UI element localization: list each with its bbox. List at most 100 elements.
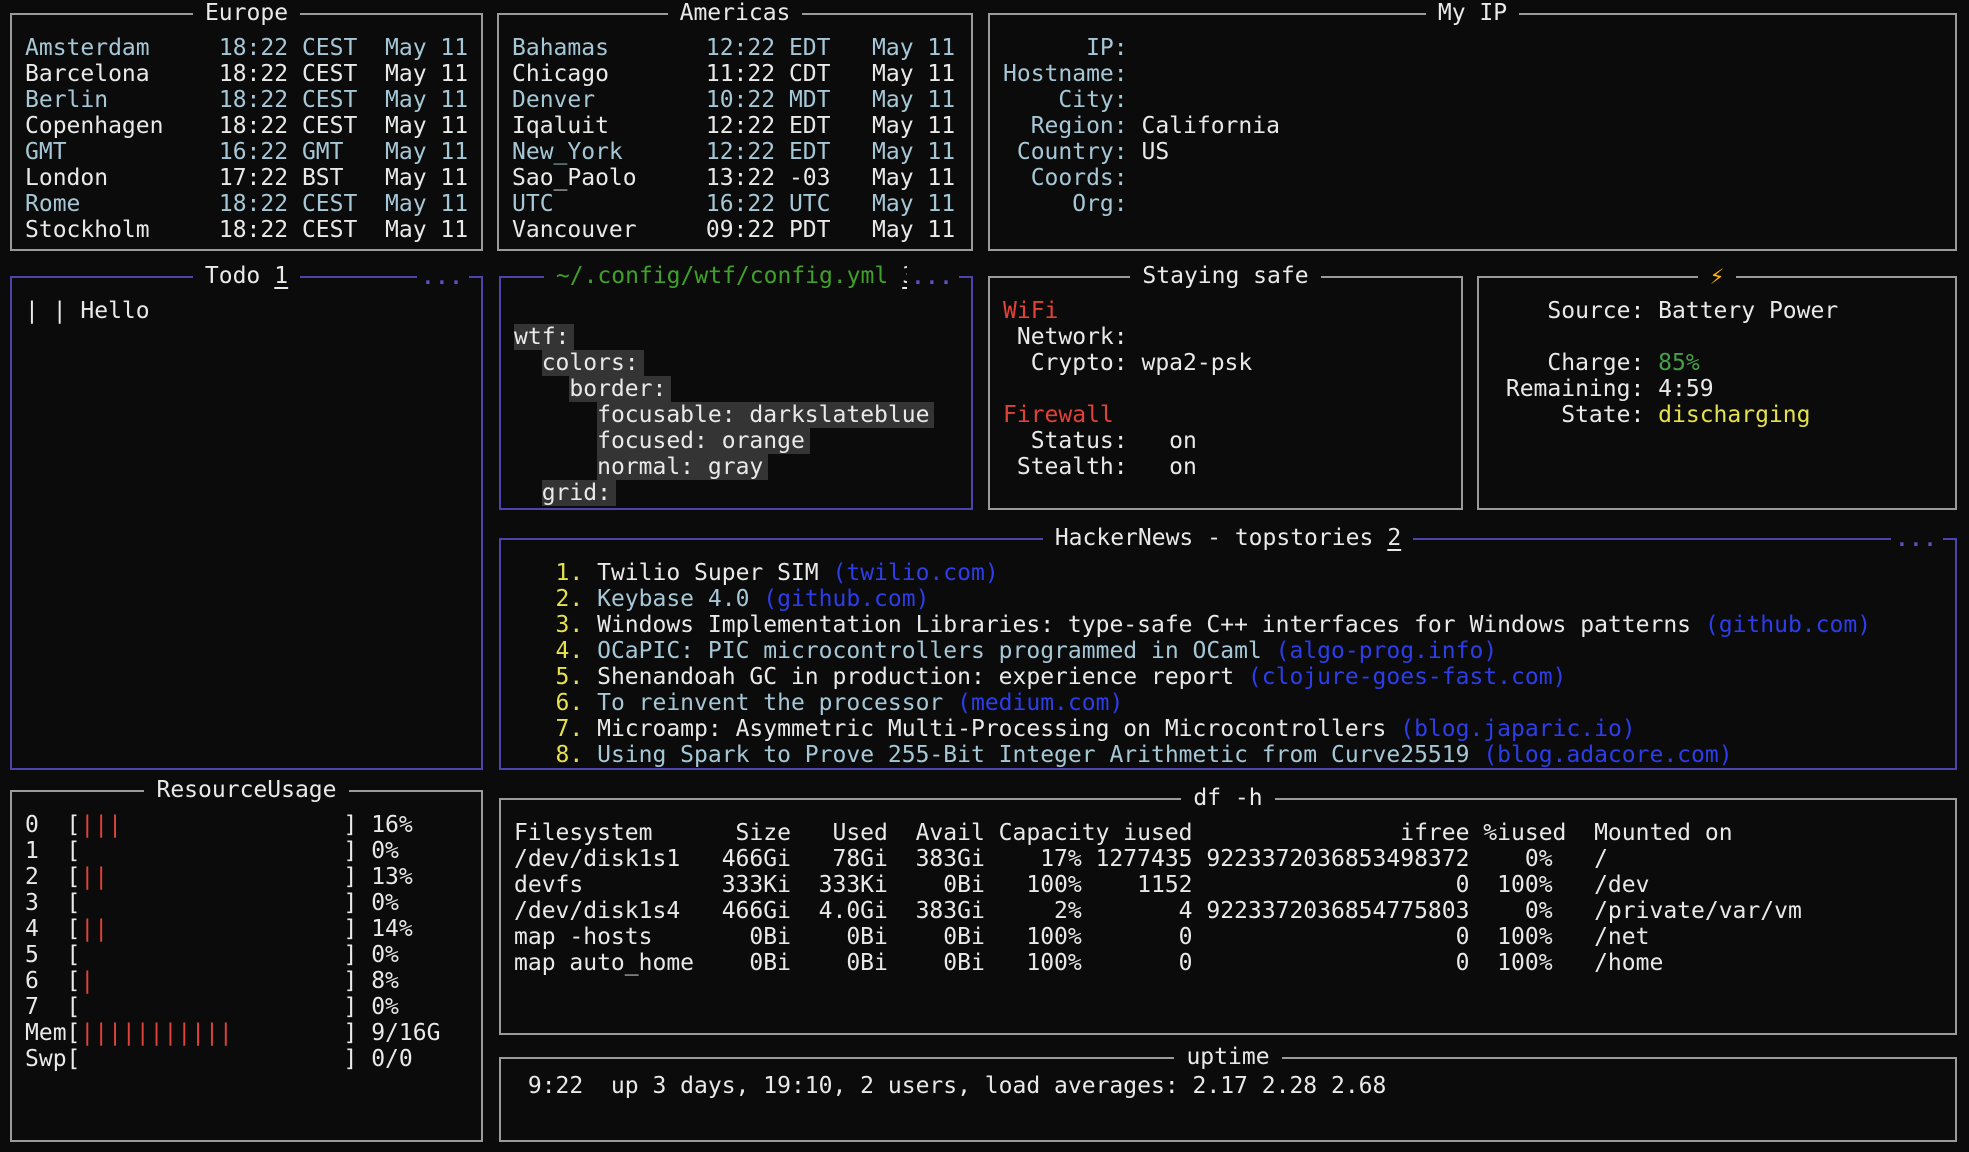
story-item-segment: To reinvent the processor xyxy=(597,690,957,716)
config-line-segment: normal: gray xyxy=(597,454,768,480)
story-item-segment: 1. xyxy=(514,560,597,586)
config-line: colors: xyxy=(514,350,971,376)
security-info-row-segment: Status: on xyxy=(1003,428,1197,454)
clock-row: London 17:22 BST May 11 xyxy=(25,165,481,191)
panel-hackernews[interactable]: HackerNews - topstories2 ... 1. Twilio S… xyxy=(499,538,1957,770)
disk-table-row: map -hosts 0Bi 0Bi 0Bi 100% 0 0 100% /ne… xyxy=(514,924,1955,950)
config-line: grid: xyxy=(514,480,971,506)
security-info-row-segment: Firewall xyxy=(1003,402,1114,428)
usage-meter-row-segment: ||| xyxy=(80,812,122,838)
clock-row-segment: Iqaluit 12:22 EDT May 11 xyxy=(512,113,955,139)
story-item[interactable]: 2. Keybase 4.0 (github.com) xyxy=(514,586,1955,612)
security-info-row xyxy=(1003,376,1461,402)
usage-meter-row-segment: 7 [ xyxy=(25,994,80,1020)
disk-table: Filesystem Size Used Avail Capacity iuse… xyxy=(501,800,1955,976)
panel-config-yml[interactable]: ~/.config/wtf/config.yml3 ... wtf: color… xyxy=(499,276,973,510)
usage-meter-row-segment: ] 8% xyxy=(344,968,399,994)
story-item-segment: Twilio Super SIM xyxy=(597,560,832,586)
usage-meter-row-segment xyxy=(80,942,343,968)
usage-meter-row-segment: ] 0% xyxy=(344,890,399,916)
usage-meter-row: 3 [ ] 0% xyxy=(25,890,481,916)
disk-table-row-segment: /dev/disk1s1 466Gi 78Gi 383Gi 17% 127743… xyxy=(514,846,1608,872)
story-item-segment: (twilio.com) xyxy=(833,560,999,586)
more-indicator-icon: ... xyxy=(907,264,959,290)
ip-info-row-segment: Country: xyxy=(1003,139,1128,165)
story-item-segment: 5. xyxy=(514,664,597,690)
config-line-segment: wtf: xyxy=(514,324,574,350)
usage-meter-row-segment xyxy=(80,994,343,1020)
story-item[interactable]: 4. OCaPIC: PIC microcontrollers programm… xyxy=(514,638,1955,664)
battery-info-row-segment: Charge: xyxy=(1492,350,1658,376)
config-line-segment xyxy=(514,402,597,428)
usage-meter-row-segment xyxy=(80,890,343,916)
config-line xyxy=(514,298,971,324)
clock-row: GMT 16:22 GMT May 11 xyxy=(25,139,481,165)
clock-row: UTC 16:22 UTC May 11 xyxy=(512,191,971,217)
security-info-row-segment: Crypto: wpa2-psk xyxy=(1003,350,1252,376)
clock-row-segment: Copenhagen 18:22 CEST May 11 xyxy=(25,113,468,139)
security-info-row: Stealth: on xyxy=(1003,454,1461,480)
panel-todo[interactable]: Todo1 ... | | Hello xyxy=(10,276,483,770)
clock-row: Sao_Paolo 13:22 -03 May 11 xyxy=(512,165,971,191)
usage-meter-row: 0 [||| ] 16% xyxy=(25,812,481,838)
security-info-row-segment: Network: xyxy=(1003,324,1128,350)
clock-row: Barcelona 18:22 CEST May 11 xyxy=(25,61,481,87)
clock-row: Iqaluit 12:22 EDT May 11 xyxy=(512,113,971,139)
usage-meter-row-segment: ] 14% xyxy=(344,916,413,942)
ip-info-row-segment: US xyxy=(1128,139,1170,165)
ip-info-row: Coords: xyxy=(1003,165,1955,191)
clock-row-segment: Amsterdam 18:22 CEST May 11 xyxy=(25,35,468,61)
clock-row: New_York 12:22 EDT May 11 xyxy=(512,139,971,165)
more-indicator-icon: ... xyxy=(417,264,469,290)
clock-row-segment: Stockholm 18:22 CEST May 11 xyxy=(25,217,468,243)
story-item-segment: Microamp: Asymmetric Multi-Processing on… xyxy=(597,716,1400,742)
config-line-segment xyxy=(514,480,542,506)
usage-meter-row-segment: || xyxy=(80,916,108,942)
clock-list-europe: Amsterdam 18:22 CEST May 11Barcelona 18:… xyxy=(12,15,481,243)
ip-info-row: City: xyxy=(1003,87,1955,113)
config-line-segment: focused: orange xyxy=(597,428,810,454)
config-line-segment xyxy=(514,428,597,454)
battery-info-row-segment: discharging xyxy=(1658,402,1810,428)
story-item[interactable]: 6. To reinvent the processor (medium.com… xyxy=(514,690,1955,716)
usage-meter-row: 1 [ ] 0% xyxy=(25,838,481,864)
usage-meter-row: 5 [ ] 0% xyxy=(25,942,481,968)
usage-meter-row-segment xyxy=(233,1020,344,1046)
battery-info-list: Source: Battery Power Charge: 85% Remain… xyxy=(1479,278,1955,428)
story-item-segment: Keybase 4.0 xyxy=(597,586,763,612)
config-line-segment xyxy=(514,376,569,402)
clock-row-segment: Sao_Paolo 13:22 -03 May 11 xyxy=(512,165,955,191)
story-item[interactable]: 7. Microamp: Asymmetric Multi-Processing… xyxy=(514,716,1955,742)
battery-info-row-segment: State: xyxy=(1492,402,1658,428)
todo-item[interactable]: | | Hello xyxy=(25,298,481,324)
config-line: wtf: xyxy=(514,324,971,350)
ip-info-row: Country: US xyxy=(1003,139,1955,165)
usage-meter-row: 7 [ ] 0% xyxy=(25,994,481,1020)
story-item[interactable]: 3. Windows Implementation Libraries: typ… xyxy=(514,612,1955,638)
security-info-row: Firewall xyxy=(1003,402,1461,428)
usage-meter-row: Mem[||||||||||| ] 9/16G xyxy=(25,1020,481,1046)
ip-info-row-segment: City: xyxy=(1003,87,1128,113)
story-item[interactable]: 1. Twilio Super SIM (twilio.com) xyxy=(514,560,1955,586)
ip-info-list: IP:Hostname: City: Region: California Co… xyxy=(990,15,1955,217)
clock-row: Vancouver 09:22 PDT May 11 xyxy=(512,217,971,243)
usage-meter-row-segment: ] 0% xyxy=(344,942,399,968)
clock-row-segment: UTC 16:22 UTC May 11 xyxy=(512,191,955,217)
config-line-segment: focusable: darkslateblue xyxy=(597,402,934,428)
story-item-segment: 3. xyxy=(514,612,597,638)
panel-staying-safe: Staying safe WiFi Network: Crypto: wpa2-… xyxy=(988,276,1463,510)
security-info-row: Crypto: wpa2-psk xyxy=(1003,350,1461,376)
ip-info-row: Hostname: xyxy=(1003,61,1955,87)
usage-meter-row-segment: 5 [ xyxy=(25,942,80,968)
clock-row: Bahamas 12:22 EDT May 11 xyxy=(512,35,971,61)
panel-europe-clocks: Europe Amsterdam 18:22 CEST May 11Barcel… xyxy=(10,13,483,251)
ip-info-row-segment: IP: xyxy=(1003,35,1128,61)
story-item-segment: (github.com) xyxy=(763,586,929,612)
uptime-text: 9:22 up 3 days, 19:10, 2 users, load ave… xyxy=(501,1059,1955,1099)
story-item[interactable]: 8. Using Spark to Prove 255-Bit Integer … xyxy=(514,742,1955,768)
usage-meter-row: Swp[ ] 0/0 xyxy=(25,1046,481,1072)
usage-meter-row-segment: ] 9/16G xyxy=(344,1020,441,1046)
story-item[interactable]: 5. Shenandoah GC in production: experien… xyxy=(514,664,1955,690)
battery-info-row: Remaining: 4:59 xyxy=(1492,376,1955,402)
clock-row-segment: Chicago 11:22 CDT May 11 xyxy=(512,61,955,87)
